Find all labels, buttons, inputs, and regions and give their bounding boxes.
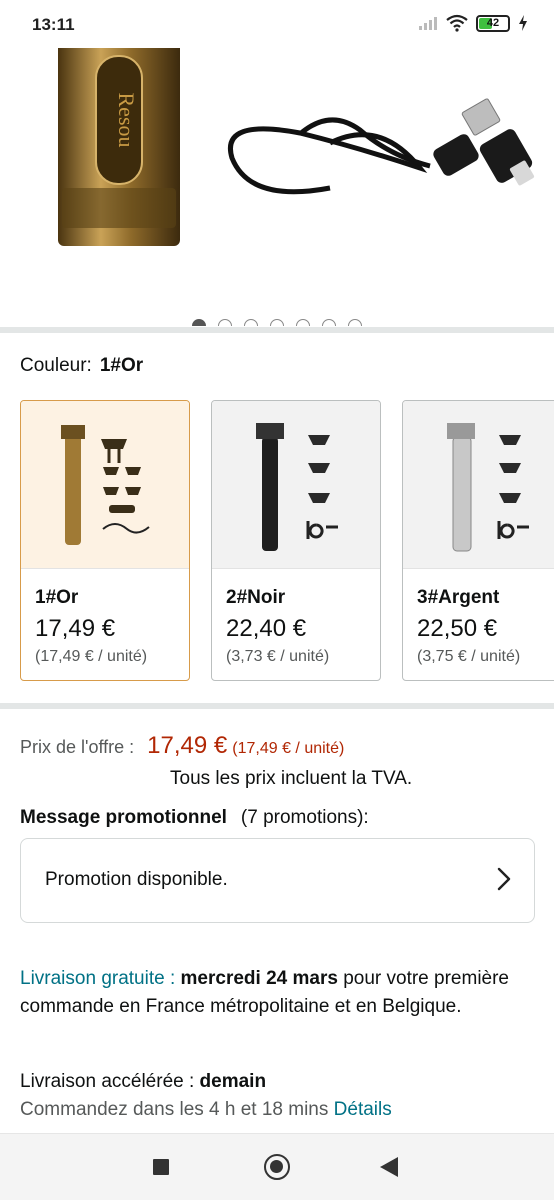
promo-heading: Message promotionnel (7 promotions): bbox=[20, 807, 369, 829]
promo-title: Message promotionnel bbox=[20, 807, 227, 828]
carousel-dots bbox=[0, 319, 554, 326]
wifi-icon bbox=[446, 14, 468, 32]
color-swatches: 1#Or 17,49 € (17,49 € / unité) 2#Noir 22… bbox=[20, 400, 554, 682]
carousel-dot[interactable] bbox=[270, 319, 284, 326]
fast-delivery-label: Livraison accélérée : bbox=[20, 1071, 195, 1092]
swatch-price: 22,40 € bbox=[226, 615, 307, 642]
fast-delivery: Livraison accélérée : demain bbox=[20, 1068, 266, 1096]
carousel-dot[interactable] bbox=[192, 319, 206, 326]
home-icon[interactable] bbox=[264, 1154, 290, 1180]
tax-note: Tous les prix incluent la TVA. bbox=[170, 768, 413, 789]
product-image-carousel[interactable]: Resou bbox=[0, 38, 554, 326]
details-link[interactable]: Détails bbox=[334, 1099, 392, 1120]
swatch-black-image bbox=[212, 401, 380, 569]
free-delivery-link[interactable]: Livraison gratuite : bbox=[20, 968, 175, 989]
swatch-unit-price: (3,73 € / unité) bbox=[226, 648, 330, 665]
swatch-name: 3#Argent bbox=[417, 587, 500, 608]
swatch-price: 17,49 € bbox=[35, 615, 116, 642]
promotion-text: Promotion disponible. bbox=[45, 869, 228, 890]
color-label-text: Couleur: bbox=[20, 355, 92, 376]
swatch-gold-image bbox=[21, 401, 189, 569]
promotion-button[interactable]: Promotion disponible. bbox=[20, 838, 535, 923]
carousel-dot[interactable] bbox=[322, 319, 336, 326]
status-time: 13:11 bbox=[32, 15, 75, 34]
swatch-unit-price: (17,49 € / unité) bbox=[35, 648, 148, 665]
battery-icon: 42 bbox=[476, 14, 510, 32]
product-image: Resou bbox=[58, 38, 535, 246]
swatch-unit-price: (3,75 € / unité) bbox=[417, 648, 521, 665]
svg-text:Resou: Resou bbox=[114, 93, 139, 148]
status-bar: 13:11 42 bbox=[0, 0, 554, 48]
carousel-dot[interactable] bbox=[296, 319, 310, 326]
swatch-price: 22,50 € bbox=[417, 615, 498, 642]
offer-unit-price: (17,49 € / unité) bbox=[232, 740, 345, 757]
promo-count: (7 promotions): bbox=[240, 807, 369, 828]
carousel-dot[interactable] bbox=[348, 319, 362, 326]
system-nav-bar bbox=[0, 1133, 554, 1200]
back-icon[interactable] bbox=[380, 1157, 398, 1177]
order-countdown-text: Commandez dans les 4 h et 18 mins bbox=[20, 1099, 329, 1120]
swatch-name: 1#Or bbox=[35, 587, 79, 608]
charging-icon bbox=[519, 15, 527, 31]
free-delivery: Livraison gratuite : mercredi 24 mars po… bbox=[20, 965, 530, 1021]
recent-apps-icon[interactable] bbox=[153, 1159, 169, 1175]
signal-icon bbox=[419, 17, 437, 30]
free-delivery-date: mercredi 24 mars bbox=[180, 968, 338, 989]
swatch-black[interactable]: 2#Noir 22,40 € (3,73 € / unité) bbox=[211, 400, 381, 681]
fast-delivery-date: demain bbox=[199, 1071, 267, 1092]
section-divider bbox=[0, 703, 554, 709]
carousel-dot[interactable] bbox=[218, 319, 232, 326]
offer-price-value: 17,49 € bbox=[147, 732, 228, 759]
section-divider bbox=[0, 327, 554, 333]
swatch-name: 2#Noir bbox=[226, 587, 286, 608]
chevron-right-icon bbox=[497, 867, 511, 891]
order-countdown: Commandez dans les 4 h et 18 mins Détail… bbox=[20, 1096, 392, 1124]
offer-price-label: Prix de l'offre : bbox=[20, 737, 135, 757]
color-label: Couleur: 1#Or bbox=[20, 355, 143, 377]
battery-level: 42 bbox=[486, 17, 500, 29]
color-selected-value: 1#Or bbox=[99, 355, 144, 376]
status-icons: 42 bbox=[418, 14, 528, 32]
swatch-silver[interactable]: 3#Argent 22,50 € (3,75 € / unité) bbox=[402, 400, 554, 681]
offer-price-row: Prix de l'offre : 17,49 € (17,49 € / uni… bbox=[20, 732, 344, 760]
swatch-gold[interactable]: 1#Or 17,49 € (17,49 € / unité) bbox=[20, 400, 190, 681]
swatch-silver-image bbox=[403, 401, 554, 569]
carousel-dot[interactable] bbox=[244, 319, 258, 326]
